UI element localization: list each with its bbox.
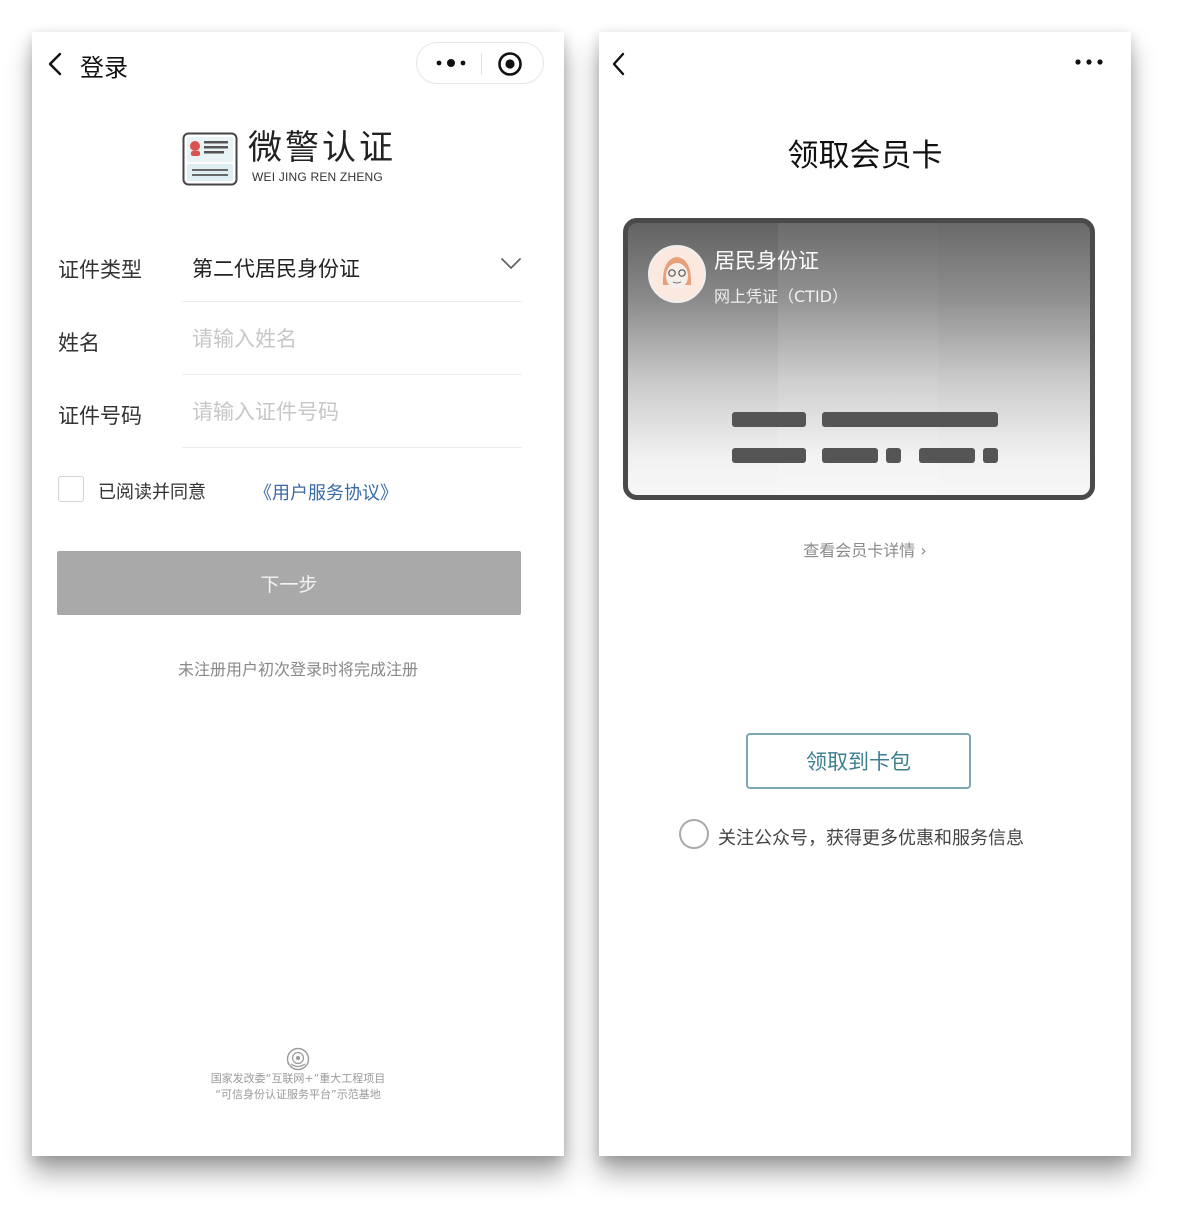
capsule-divider — [481, 53, 482, 75]
registration-tip: 未注册用户初次登录时将完成注册 — [177, 660, 418, 679]
follow-text: 关注公众号，获得更多优惠和服务信息 — [718, 828, 1024, 849]
login-screen: 登录 微警认证 WEI JING REN ZHENG 证件类型 第二代居民身份证… — [32, 32, 564, 1156]
id-card-logo-icon — [182, 132, 238, 186]
back-icon[interactable] — [607, 46, 631, 82]
masked-text-bar — [983, 448, 998, 463]
more-icon[interactable] — [431, 52, 471, 74]
id-number-row: 证件号码 — [58, 376, 522, 448]
logo-subtitle: WEI JING REN ZHENG — [252, 170, 383, 184]
page-title: 领取会员卡 — [787, 138, 943, 174]
follow-radio[interactable] — [679, 819, 709, 849]
id-number-label: 证件号码 — [58, 404, 142, 428]
more-icon[interactable] — [1073, 54, 1105, 70]
mini-program-capsule — [416, 42, 544, 84]
claim-to-wallet-button[interactable]: 领取到卡包 — [746, 733, 971, 789]
agree-text: 已阅读并同意 — [98, 482, 206, 503]
id-type-select[interactable]: 第二代居民身份证 — [192, 253, 360, 283]
member-card[interactable]: 居民身份证 网上凭证（CTID） — [623, 218, 1095, 500]
footer-line-1: 国家发改委“互联网+”重大工程项目 — [210, 1072, 386, 1085]
logo-title: 微警认证 — [248, 128, 396, 168]
divider — [182, 301, 522, 302]
footer-line-2: “可信身份认证服务平台”示范基地 — [215, 1088, 381, 1101]
name-label: 姓名 — [58, 331, 100, 355]
masked-text-bar — [822, 412, 998, 427]
name-input[interactable] — [190, 321, 514, 357]
card-name: 居民身份证 — [714, 249, 819, 273]
target-icon[interactable] — [497, 51, 523, 77]
member-card-screen: 领取会员卡 居民身份证 网上凭证（CTID） 查看会员卡详情 › 领取到卡包 关… — [599, 32, 1131, 1156]
card-detail-link[interactable]: 查看会员卡详情 › — [599, 537, 1131, 561]
agree-checkbox[interactable] — [58, 476, 84, 502]
masked-text-bar — [732, 448, 806, 463]
avatar-icon — [648, 245, 706, 303]
police-emblem-icon — [286, 1047, 310, 1071]
name-row: 姓名 — [58, 303, 522, 375]
footer: 国家发改委“互联网+”重大工程项目 “可信身份认证服务平台”示范基地 — [32, 1047, 564, 1103]
masked-text-bar — [919, 448, 975, 463]
chevron-down-icon[interactable] — [500, 256, 522, 270]
agreement-row: 已阅读并同意 《用户服务协议》 — [58, 474, 478, 504]
divider — [182, 447, 522, 448]
masked-text-bar — [732, 412, 806, 427]
service-agreement-link[interactable]: 《用户服务协议》 — [254, 479, 398, 505]
card-subtitle: 网上凭证（CTID） — [714, 287, 848, 306]
masked-text-bar — [822, 448, 878, 463]
divider — [182, 374, 522, 375]
page-title: 登录 — [80, 54, 128, 82]
nav-bar: 登录 — [32, 32, 564, 96]
id-type-label: 证件类型 — [58, 258, 142, 282]
follow-account-row: 关注公众号，获得更多优惠和服务信息 — [679, 819, 1099, 853]
masked-text-bar — [886, 448, 901, 463]
app-logo: 微警认证 WEI JING REN ZHENG — [182, 128, 422, 190]
id-type-row[interactable]: 证件类型 第二代居民身份证 — [58, 230, 522, 302]
next-button[interactable]: 下一步 — [57, 551, 521, 615]
id-number-input[interactable] — [190, 394, 514, 430]
back-icon[interactable] — [42, 46, 70, 82]
